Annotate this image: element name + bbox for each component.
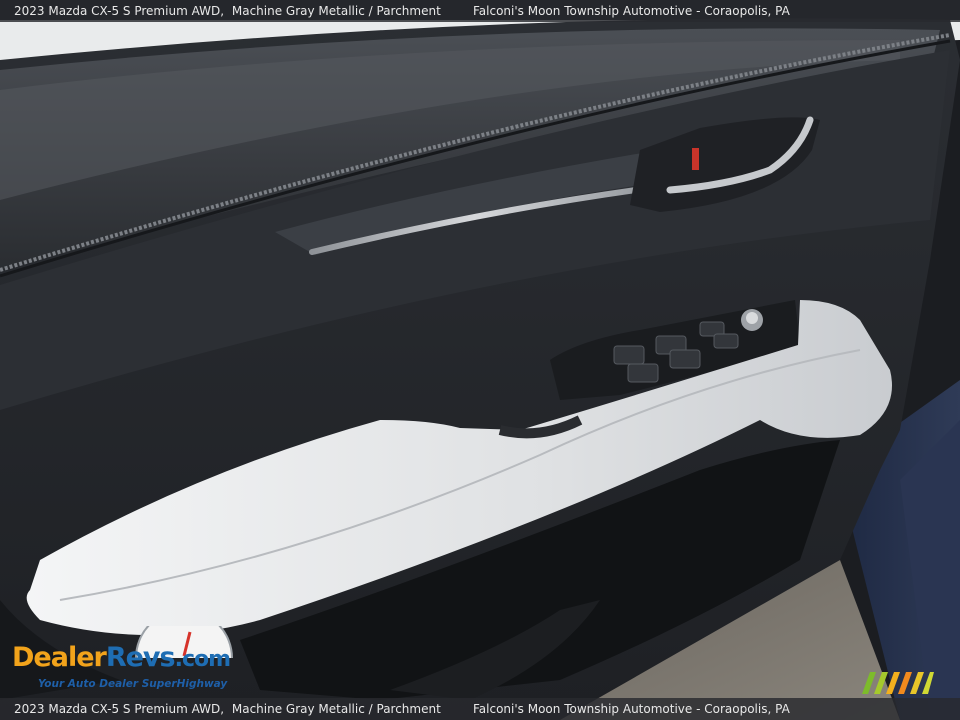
caption-color-text: Machine Gray Metallic / Parchment xyxy=(231,702,441,716)
caption-vehicle-bottom: 2023 Mazda CX-5 S Premium AWD, Machine G… xyxy=(14,698,441,720)
door-interior-photo xyxy=(0,0,960,720)
logo-part-revs: Revs xyxy=(105,642,176,673)
logo-part-dealer: Dealer xyxy=(12,642,107,673)
logo-part-com: .com xyxy=(174,647,231,672)
logo-tagline: Your Auto Dealer SuperHighway xyxy=(38,678,228,690)
caption-color-text: Machine Gray Metallic / Parchment xyxy=(231,4,441,18)
caption-bar-top: 2023 Mazda CX-5 S Premium AWD, Machine G… xyxy=(0,0,960,22)
caption-dealer-bottom: Falconi's Moon Township Automotive - Cor… xyxy=(473,702,790,716)
caption-vehicle-text: 2023 Mazda CX-5 S Premium AWD, xyxy=(14,4,225,18)
caption-dealer-top: Falconi's Moon Township Automotive - Cor… xyxy=(473,4,790,18)
photo-stage: 2023 Mazda CX-5 S Premium AWD, Machine G… xyxy=(0,0,960,720)
caption-vehicle-top: 2023 Mazda CX-5 S Premium AWD, Machine G… xyxy=(14,0,441,22)
caption-bar-bottom: 2023 Mazda CX-5 S Premium AWD, Machine G… xyxy=(0,698,960,720)
logo-wordmark: DealerRevs.com xyxy=(12,642,231,673)
dealerrevs-logo: DealerRevs.com Your Auto Dealer SuperHig… xyxy=(10,626,270,696)
stripes-logo-icon xyxy=(862,672,934,694)
caption-vehicle-text: 2023 Mazda CX-5 S Premium AWD, xyxy=(14,702,225,716)
lock-indicator xyxy=(692,148,699,170)
